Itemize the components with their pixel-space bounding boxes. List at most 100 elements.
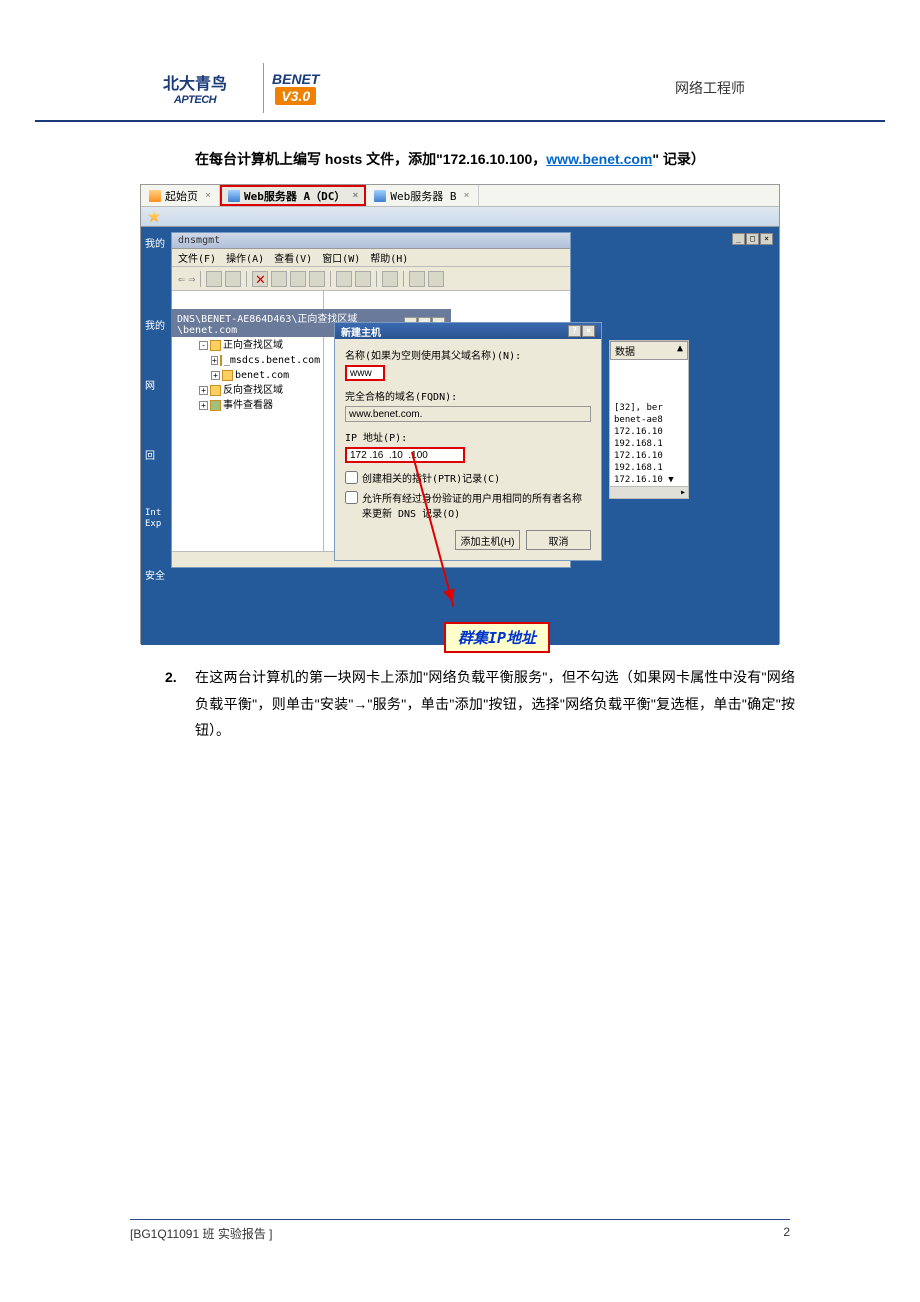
tab-start[interactable]: 起始页 ×	[141, 185, 220, 206]
data-row[interactable]: [32], ber	[610, 402, 688, 414]
step-text: 在这两台计算机的第一块网卡上添加"网络负载平衡服务"，但不勾选（如果网卡属性中没…	[195, 664, 795, 744]
maximize-button[interactable]: □	[746, 233, 759, 245]
logo-group: 北大青鸟 APTECH BENET V3.0	[35, 60, 319, 115]
benet-link[interactable]: www.benet.com	[546, 151, 652, 167]
data-row[interactable]: 172.16.10	[610, 450, 688, 462]
expand-icon[interactable]: +	[199, 386, 208, 395]
logo-divider	[263, 63, 264, 113]
refresh-icon[interactable]	[290, 271, 306, 287]
scrollbar[interactable]: ▸	[610, 486, 688, 498]
tree-msdcs[interactable]: _msdcs.benet.com	[224, 353, 320, 368]
data-row[interactable]: 172.16.10 ▼	[610, 474, 688, 486]
tool-icon[interactable]	[428, 271, 444, 287]
menu-file[interactable]: 文件(F)	[178, 250, 216, 265]
tab-web-server-a[interactable]: Web服务器 A（DC） ×	[220, 185, 366, 206]
outer-window-controls: _ □ ×	[732, 233, 773, 245]
sort-icon[interactable]: ▲	[677, 343, 683, 358]
list-icon[interactable]	[225, 271, 241, 287]
tool-icon[interactable]	[382, 271, 398, 287]
folder-icon	[210, 340, 221, 351]
ptr-checkbox[interactable]	[345, 471, 358, 484]
data-row[interactable]: 192.168.1	[610, 462, 688, 474]
star-icon[interactable]	[147, 210, 161, 224]
tab-web-server-b[interactable]: Web服务器 B ×	[366, 185, 478, 206]
cancel-button[interactable]: 取消	[526, 530, 591, 550]
help-icon[interactable]	[336, 271, 352, 287]
footer-page-number: 2	[783, 1225, 790, 1242]
column-header[interactable]: 数据 ▲	[610, 341, 688, 360]
window-titlebar: dnsmgmt	[172, 233, 570, 249]
close-icon[interactable]: ×	[464, 190, 470, 201]
data-row[interactable]: 192.168.1	[610, 438, 688, 450]
logo-text-en: APTECH	[174, 94, 216, 106]
help-button[interactable]: ?	[568, 325, 581, 337]
benet-name: BENET	[272, 71, 319, 87]
desktop-icon-label: IntExp	[145, 507, 161, 529]
log-icon	[210, 400, 221, 411]
expand-icon[interactable]: +	[199, 401, 208, 410]
add-host-button[interactable]: 添加主机(H)	[455, 530, 520, 550]
tab-start-label: 起始页	[165, 188, 198, 204]
name-label: 名称(如果为空则使用其父域名称)(N):	[345, 347, 591, 362]
footer-left: [BG1Q11091 班 实验报告 ]	[130, 1225, 273, 1242]
screenshot-container: 起始页 × Web服务器 A（DC） × Web服务器 B × _ □ ×	[140, 184, 780, 644]
properties-icon[interactable]	[271, 271, 287, 287]
fqdn-display	[345, 406, 591, 422]
tree-benet[interactable]: benet.com	[235, 368, 289, 383]
close-icon[interactable]: ×	[352, 190, 358, 201]
vm-tab-bar: 起始页 × Web服务器 A（DC） × Web服务器 B ×	[141, 185, 779, 207]
desktop-icon-label: 安全	[145, 567, 165, 582]
tree-event[interactable]: 事件查看器	[223, 398, 273, 413]
menu-window[interactable]: 窗口(W)	[322, 250, 360, 265]
home-icon	[149, 190, 161, 202]
server-icon	[228, 190, 240, 202]
zone-icon	[220, 355, 222, 366]
instr-ip: 172.16.10.100，	[443, 151, 547, 167]
export-icon[interactable]	[309, 271, 325, 287]
desktop-icon-label: 网	[145, 377, 155, 392]
scroll-down-icon[interactable]: ▼	[668, 475, 673, 485]
data-row[interactable]: benet-ae8	[610, 414, 688, 426]
tab-wsb-label: Web服务器 B	[390, 188, 456, 204]
ip-input[interactable]	[345, 447, 465, 463]
close-icon[interactable]: ×	[205, 190, 211, 201]
expand-icon[interactable]: +	[211, 371, 220, 380]
up-icon[interactable]	[206, 271, 222, 287]
desktop-icon-label: 我的	[145, 235, 165, 250]
forward-icon[interactable]: ⇒	[188, 272, 195, 286]
dialog-titlebar: 新建主机 ? ×	[335, 323, 601, 339]
dialog-title-text: 新建主机	[341, 324, 381, 339]
name-input[interactable]	[345, 365, 385, 381]
menu-action[interactable]: 操作(A)	[226, 250, 264, 265]
toolbar: ⇐ ⇒ ✕	[172, 267, 570, 291]
zone-icon	[222, 370, 233, 381]
logo-text-cn: 北大青鸟	[163, 70, 227, 94]
folder-icon	[210, 385, 221, 396]
dns-update-checkbox[interactable]	[345, 491, 358, 504]
minimize-button[interactable]: _	[732, 233, 745, 245]
instr-post: " 记录）	[652, 151, 705, 167]
expand-icon[interactable]: +	[211, 356, 218, 365]
step-2-paragraph: 2. 在这两台计算机的第一块网卡上添加"网络负载平衡服务"，但不勾选（如果网卡属…	[35, 664, 885, 744]
ptr-label: 创建相关的指针(PTR)记录(C)	[362, 470, 500, 485]
menu-help[interactable]: 帮助(H)	[370, 250, 408, 265]
back-icon[interactable]: ⇐	[178, 272, 185, 286]
ptr-checkbox-row[interactable]: 创建相关的指针(PTR)记录(C)	[345, 470, 591, 485]
close-button[interactable]: ×	[582, 325, 595, 337]
header-label: 数据	[615, 343, 635, 358]
tree-rev[interactable]: 反向查找区域	[223, 383, 283, 398]
tab-wsa-label: Web服务器 A（DC）	[244, 188, 345, 204]
tree-fwd[interactable]: 正向查找区域	[223, 338, 283, 353]
tool-icon[interactable]	[355, 271, 371, 287]
collapse-icon[interactable]: -	[199, 341, 208, 350]
data-row[interactable]: 172.16.10	[610, 426, 688, 438]
data-pane: 数据 ▲ [32], ber benet-ae8 172.16.10 192.1…	[609, 340, 689, 499]
menu-view[interactable]: 查看(V)	[274, 250, 312, 265]
instr-pre: 在每台计算机上编写 hosts 文件，添加"	[195, 151, 443, 167]
benet-version: V3.0	[275, 87, 316, 105]
close-button[interactable]: ×	[760, 233, 773, 245]
fqdn-label: 完全合格的域名(FQDN):	[345, 388, 591, 403]
tool-icon[interactable]	[409, 271, 425, 287]
dns-update-checkbox-row[interactable]: 允许所有经过身份验证的用户用相同的所有者名称来更新 DNS 记录(O)	[345, 490, 591, 520]
delete-icon[interactable]: ✕	[252, 271, 268, 287]
